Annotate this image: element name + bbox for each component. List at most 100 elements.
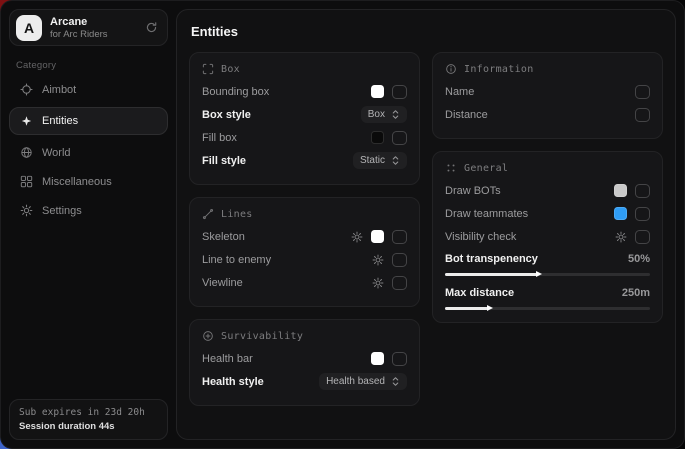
visibility-check-settings-gear-icon[interactable] — [615, 231, 627, 243]
fill-box-label: Fill box — [202, 132, 371, 144]
max-distance-label: Max distance — [445, 287, 622, 299]
fill-box-checkbox[interactable] — [392, 131, 407, 145]
survivability-section: Survivability Health bar Health style He… — [189, 319, 420, 406]
health-bar-color-swatch[interactable] — [371, 352, 384, 365]
draw-bots-row: Draw BOTs — [445, 179, 650, 202]
information-section-header: Information — [445, 63, 650, 75]
slider-thumb[interactable] — [536, 271, 542, 277]
unfold-icon — [391, 109, 400, 120]
info-icon — [445, 63, 457, 75]
bounding-box-color-swatch[interactable] — [371, 85, 384, 98]
health-style-value: Health based — [326, 376, 385, 387]
sidebar-item-label: Settings — [42, 205, 82, 217]
section-title: Lines — [221, 209, 253, 220]
section-title: Information — [464, 64, 534, 75]
brand-logo: A — [16, 15, 42, 41]
bot-transparency-label: Bot transpenency — [445, 253, 628, 265]
name-row: Name — [445, 80, 650, 103]
health-style-row: Health style Health based — [202, 370, 407, 393]
sidebar-item-world[interactable]: World — [9, 139, 168, 166]
sidebar-item-aimbot[interactable]: Aimbot — [9, 76, 168, 103]
line-to-enemy-settings-gear-icon[interactable] — [372, 254, 384, 266]
draw-teammates-checkbox[interactable] — [635, 207, 650, 221]
refresh-icon[interactable] — [145, 21, 158, 34]
draw-teammates-row: Draw teammates — [445, 202, 650, 225]
health-style-select[interactable]: Health based — [319, 373, 407, 390]
health-bar-checkbox[interactable] — [392, 352, 407, 366]
viewline-label: Viewline — [202, 277, 372, 289]
section-title: General — [464, 163, 508, 174]
sidebar-item-entities[interactable]: Entities — [9, 107, 168, 135]
name-label: Name — [445, 86, 635, 98]
sidebar-nav: Aimbot Entities World Miscellaneous — [9, 75, 168, 225]
sidebar-item-label: World — [42, 147, 71, 159]
brand-card: A Arcane for Arc Riders — [9, 9, 168, 46]
health-bar-row: Health bar — [202, 347, 407, 370]
distance-label: Distance — [445, 109, 635, 121]
category-label: Category — [16, 60, 161, 71]
bounding-box-row: Bounding box — [202, 80, 407, 103]
main-panel: Entities Box Bounding box — [176, 9, 676, 440]
line-to-enemy-row: Line to enemy — [202, 248, 407, 271]
viewline-settings-gear-icon[interactable] — [372, 277, 384, 289]
draw-bots-color-swatch[interactable] — [614, 184, 627, 197]
name-checkbox[interactable] — [635, 85, 650, 99]
general-section-header: General — [445, 162, 650, 174]
session-duration-text: Session duration 44s — [19, 421, 158, 432]
distance-checkbox[interactable] — [635, 108, 650, 122]
sidebar-item-miscellaneous[interactable]: Miscellaneous — [9, 168, 168, 195]
section-title: Box — [221, 64, 240, 75]
box-section: Box Bounding box Box style Box — [189, 52, 420, 185]
globe-icon — [20, 146, 33, 159]
health-cross-icon — [202, 330, 214, 342]
max-distance-value: 250m — [622, 287, 650, 299]
distance-row: Distance — [445, 103, 650, 126]
viewline-row: Viewline — [202, 271, 407, 294]
fill-style-row: Fill style Static — [202, 149, 407, 172]
viewline-checkbox[interactable] — [392, 276, 407, 290]
sidebar-item-settings[interactable]: Settings — [9, 197, 168, 224]
visibility-check-label: Visibility check — [445, 231, 615, 243]
max-distance-slider[interactable] — [445, 307, 650, 310]
gear-icon — [20, 204, 33, 217]
dots-grid-icon — [445, 162, 457, 174]
brand-subtitle: for Arc Riders — [50, 29, 108, 40]
box-corners-icon — [202, 63, 214, 75]
fill-style-label: Fill style — [202, 155, 353, 167]
draw-bots-checkbox[interactable] — [635, 184, 650, 198]
crosshair-icon — [20, 83, 33, 96]
brand-text: Arcane for Arc Riders — [50, 16, 108, 40]
information-section: Information Name Distance — [432, 52, 663, 139]
line-tool-icon — [202, 208, 214, 220]
skeleton-settings-gear-icon[interactable] — [351, 231, 363, 243]
right-column: Information Name Distance — [432, 52, 663, 335]
box-style-select[interactable]: Box — [361, 106, 407, 123]
sidebar-item-label: Miscellaneous — [42, 176, 112, 188]
draw-teammates-color-swatch[interactable] — [614, 207, 627, 220]
draw-teammates-label: Draw teammates — [445, 208, 614, 220]
lines-section: Lines Skeleton Line to enem — [189, 197, 420, 307]
draw-bots-label: Draw BOTs — [445, 185, 614, 197]
max-distance-group: Max distance 250m — [445, 283, 650, 310]
survivability-section-header: Survivability — [202, 330, 407, 342]
slider-thumb[interactable] — [487, 305, 493, 311]
grid-icon — [20, 175, 33, 188]
bot-transparency-slider[interactable] — [445, 273, 650, 276]
skeleton-checkbox[interactable] — [392, 230, 407, 244]
fill-box-color-swatch[interactable] — [371, 131, 384, 144]
fill-style-select[interactable]: Static — [353, 152, 407, 169]
page-title: Entities — [191, 24, 661, 39]
bounding-box-checkbox[interactable] — [392, 85, 407, 99]
general-section: General Draw BOTs Draw teammates — [432, 151, 663, 323]
bot-transparency-value: 50% — [628, 253, 650, 265]
bounding-box-label: Bounding box — [202, 86, 371, 98]
visibility-check-checkbox[interactable] — [635, 230, 650, 244]
skeleton-color-swatch[interactable] — [371, 230, 384, 243]
visibility-check-row: Visibility check — [445, 225, 650, 248]
health-bar-label: Health bar — [202, 353, 371, 365]
unfold-icon — [391, 155, 400, 166]
line-to-enemy-checkbox[interactable] — [392, 253, 407, 267]
box-style-value: Box — [368, 109, 385, 120]
box-style-label: Box style — [202, 109, 361, 121]
sparkle-icon — [20, 115, 33, 128]
